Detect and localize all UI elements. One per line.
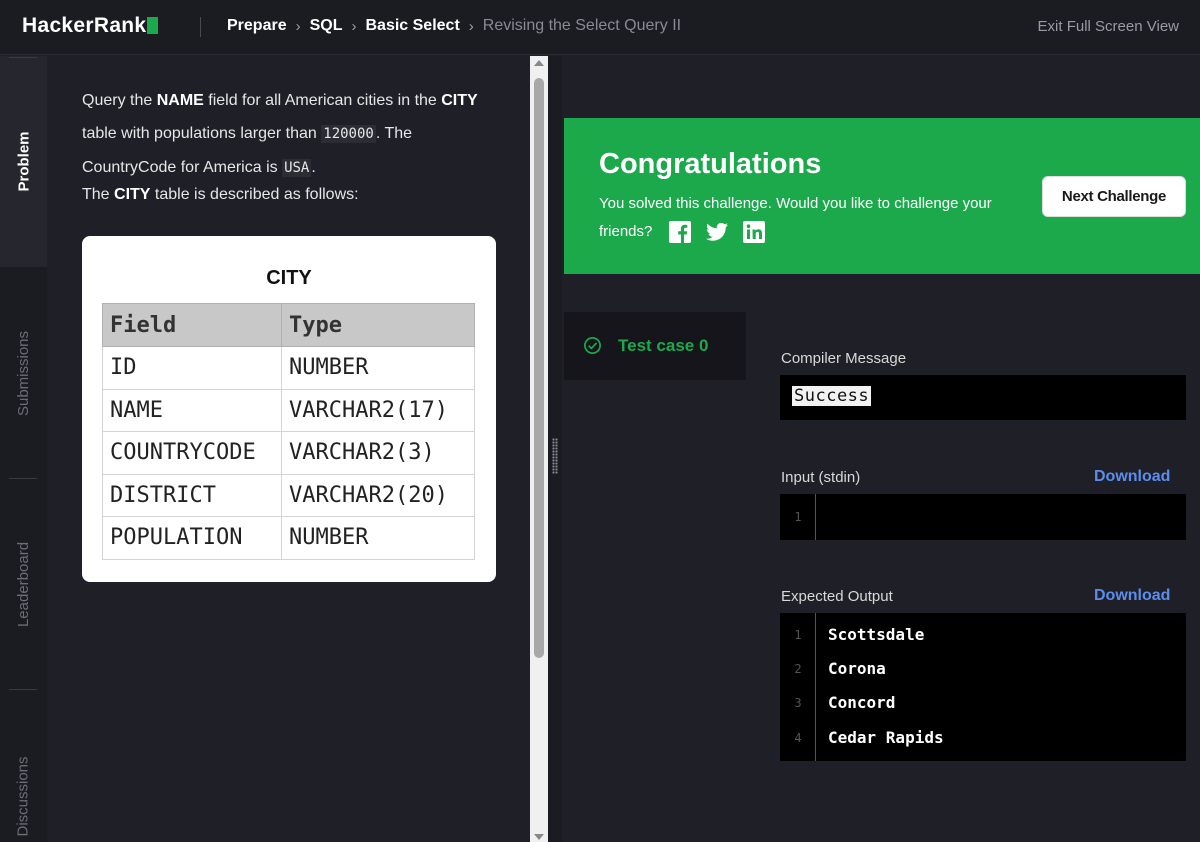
field-cell: DISTRICT [102,473,282,517]
type-cell: NUMBER [281,346,475,390]
input-box: 1 [780,494,1186,540]
scroll-down-arrow-icon[interactable] [534,834,544,840]
breadcrumb-sql[interactable]: SQL [310,17,343,35]
banner-subtitle-text: You solved this challenge. Would you lik… [599,195,992,240]
field-cell: COUNTRYCODE [102,431,282,475]
drag-handle-icon[interactable] [552,438,558,474]
twitter-icon[interactable] [705,221,728,243]
breadcrumb-current: Revising the Select Query II [482,17,682,34]
problem-scrollbar[interactable] [530,56,548,842]
type-cell: VARCHAR2(20) [281,473,475,517]
expected-output-download-link[interactable]: Download [1094,587,1170,605]
output-line: Scottsdale [828,625,925,644]
table-title: CITY [266,267,312,289]
output-line: Cedar Rapids [828,728,944,747]
output-line: Corona [828,659,886,678]
breadcrumb-basic-select[interactable]: Basic Select [365,17,459,35]
line-gutter: 1 [780,494,816,540]
tab-submissions-label: Submissions [15,330,33,416]
type-cell: VARCHAR2(17) [281,388,475,432]
tab-problem-label: Problem [15,131,33,192]
test-case-tab[interactable]: Test case 0 [564,312,746,380]
check-circle-icon [584,337,601,354]
table-row: COUNTRYCODE VARCHAR2(3) [102,431,475,475]
facebook-icon[interactable] [668,221,691,244]
next-challenge-button[interactable]: Next Challenge [1042,176,1186,217]
breadcrumb-prepare[interactable]: Prepare [227,17,287,35]
tab-discussions-label: Discussions [15,755,32,837]
tab-submissions[interactable]: Submissions [0,268,47,478]
table-row: DISTRICT VARCHAR2(20) [102,473,475,517]
success-banner: Congratulations You solved this challeng… [564,118,1200,274]
breadcrumb: Prepare › SQL › Basic Select › Revising … [227,17,681,35]
scroll-thumb[interactable] [534,78,544,658]
linkedin-icon[interactable] [742,221,765,244]
scroll-up-arrow-icon[interactable] [534,60,544,66]
top-bar: HackerRank Prepare › SQL › Basic Select … [0,0,1200,55]
problem-statement: Query the NAME field for all American ci… [82,92,478,177]
line-number: 3 [794,696,802,710]
tab-discussions[interactable]: Discussions [0,690,47,842]
result-panel: Congratulations You solved this challeng… [562,56,1200,842]
banner-subtitle: You solved this challenge. Would you lik… [599,190,1039,246]
exit-full-screen-link[interactable]: Exit Full Screen View [1038,18,1179,35]
table-header-row: Field Type [102,303,475,347]
column-header: Field [102,303,282,347]
banner-title: Congratulations [599,148,822,180]
table-row: NAME VARCHAR2(17) [102,388,475,432]
tab-leaderboard-label: Leaderboard [15,541,33,627]
output-line: Concord [828,693,896,712]
line-gutter: 1 2 3 4 [780,613,816,761]
pane-splitter[interactable] [548,56,562,842]
chevron-right-icon: › [351,17,357,35]
column-header: Type [281,303,475,347]
share-icons [668,221,765,244]
table-description: The CITY table is described as follows: [82,186,359,203]
input-label: Input (stdin) [781,469,861,486]
line-number: 4 [794,731,802,745]
line-number: 1 [794,510,802,524]
field-cell: NAME [102,388,282,432]
expected-output-label: Expected Output [781,588,893,605]
expected-output-box: 1 2 3 4 Scottsdale Corona Concord Cedar … [780,613,1186,761]
line-number: 1 [794,628,802,642]
city-table-card: CITY Field Type ID NUMBER NAME VARCHAR2(17… [82,236,496,582]
tab-problem[interactable]: Problem [0,56,47,267]
problem-panel: Query the NAME field for all American ci… [47,56,530,842]
rail-divider [9,57,37,58]
logo-block-icon [147,17,159,34]
compiler-message-box: Success [780,375,1186,420]
city-schema-table: Field Type ID NUMBER NAME VARCHAR2(17) COU… [102,303,475,560]
hackerrank-logo[interactable]: HackerRank [22,14,159,38]
field-cell: ID [102,346,282,390]
table-row: ID NUMBER [102,346,475,390]
chevron-right-icon: › [468,17,474,35]
header-divider [200,17,201,37]
line-number: 2 [794,662,802,676]
tab-leaderboard[interactable]: Leaderboard [0,479,47,689]
type-cell: VARCHAR2(3) [281,431,475,475]
input-download-link[interactable]: Download [1094,468,1170,486]
test-case-label: Test case 0 [618,336,709,355]
chevron-right-icon: › [295,17,301,35]
field-cell: POPULATION [102,516,282,560]
compiler-message-value: Success [792,386,872,406]
type-cell: NUMBER [281,516,475,560]
compiler-message-label: Compiler Message [781,350,907,367]
side-tab-rail: Problem Submissions Leaderboard Discussi… [0,56,47,842]
table-row: POPULATION NUMBER [102,516,475,560]
